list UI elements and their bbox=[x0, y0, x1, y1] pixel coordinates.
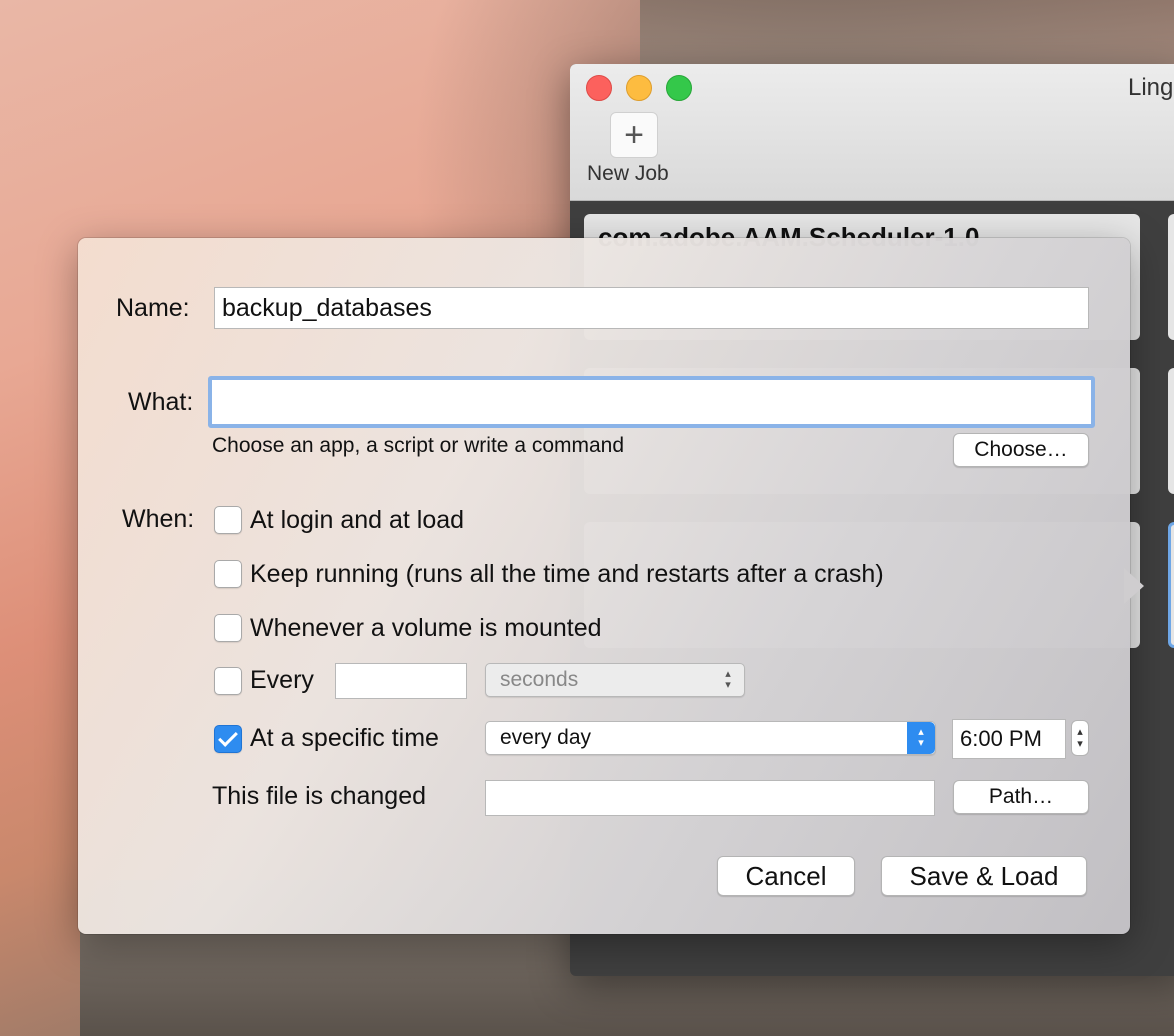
cancel-button[interactable]: Cancel bbox=[717, 856, 855, 896]
keep-running-label: Keep running (runs all the time and rest… bbox=[250, 560, 884, 588]
name-label: Name: bbox=[116, 294, 190, 322]
new-job-button[interactable]: + bbox=[610, 112, 658, 158]
save-and-load-button[interactable]: Save & Load bbox=[881, 856, 1087, 896]
specific-time-checkbox[interactable] bbox=[214, 725, 242, 753]
every-label: Every bbox=[250, 666, 314, 694]
chevron-up-icon: ▴ bbox=[1077, 726, 1083, 738]
chevron-updown-icon: ▴ ▾ bbox=[907, 722, 935, 754]
time-stepper[interactable]: ▴ ▾ bbox=[1071, 720, 1089, 756]
job-card-selected[interactable] bbox=[1168, 522, 1174, 648]
interval-unit-select[interactable]: seconds ▴ ▾ bbox=[485, 663, 745, 697]
at-login-label: At login and at load bbox=[250, 506, 465, 534]
what-hint: Choose an app, a script or write a comma… bbox=[212, 434, 625, 457]
name-field[interactable]: backup_databases bbox=[214, 287, 1089, 329]
chevron-down-icon: ▾ bbox=[1077, 738, 1083, 750]
what-field[interactable] bbox=[208, 376, 1095, 428]
choose-button[interactable]: Choose… bbox=[953, 433, 1089, 467]
new-job-label: New Job bbox=[587, 162, 669, 185]
job-card[interactable] bbox=[1168, 214, 1174, 340]
when-label: When: bbox=[122, 505, 195, 533]
close-window-button[interactable] bbox=[586, 75, 612, 101]
what-label: What: bbox=[128, 388, 194, 416]
every-interval-field[interactable] bbox=[335, 663, 467, 699]
window-titlebar: Ling + New Job bbox=[570, 64, 1174, 201]
volume-mounted-checkbox[interactable] bbox=[214, 614, 242, 642]
every-checkbox[interactable] bbox=[214, 667, 242, 695]
sheet-pointer bbox=[1124, 568, 1144, 604]
at-login-checkbox[interactable] bbox=[214, 506, 242, 534]
watch-path-field[interactable] bbox=[485, 780, 935, 816]
specific-time-label: At a specific time bbox=[250, 724, 439, 752]
interval-unit-value: seconds bbox=[500, 668, 579, 691]
chevron-updown-icon: ▴ ▾ bbox=[725, 668, 731, 691]
file-changed-label: This file is changed bbox=[212, 782, 427, 810]
frequency-select[interactable]: every day ▴ ▾ bbox=[485, 721, 936, 755]
zoom-window-button[interactable] bbox=[666, 75, 692, 101]
window-title: Ling bbox=[1128, 74, 1174, 101]
job-card[interactable] bbox=[1168, 368, 1174, 494]
minimize-window-button[interactable] bbox=[626, 75, 652, 101]
path-button[interactable]: Path… bbox=[953, 780, 1089, 814]
time-field[interactable]: 6:00 PM bbox=[952, 719, 1066, 759]
frequency-value: every day bbox=[500, 726, 592, 749]
keep-running-checkbox[interactable] bbox=[214, 560, 242, 588]
volume-mounted-label: Whenever a volume is mounted bbox=[250, 614, 602, 642]
plus-icon: + bbox=[624, 116, 644, 154]
